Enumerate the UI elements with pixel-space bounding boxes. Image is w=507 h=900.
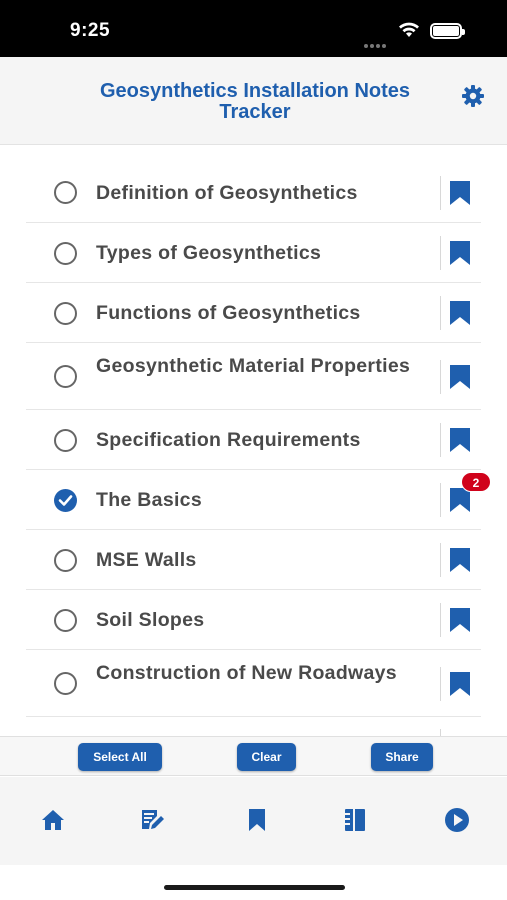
- radio-unchecked-icon[interactable]: [54, 365, 77, 388]
- topic-label: The Basics: [96, 489, 202, 511]
- radio-unchecked-icon[interactable]: [54, 672, 77, 695]
- radio-unchecked-icon[interactable]: [54, 608, 77, 632]
- radio-unchecked-icon[interactable]: [54, 548, 77, 572]
- topic-row[interactable]: Construction of New Roadways: [26, 650, 481, 717]
- battery-icon: [430, 23, 465, 39]
- topic-row[interactable]: Functions of Geosynthetics: [26, 283, 481, 343]
- row-divider: [440, 296, 441, 330]
- radio-unchecked-icon[interactable]: [54, 428, 77, 452]
- checklist-icon[interactable]: [342, 807, 368, 833]
- bookmark-icon[interactable]: [450, 180, 470, 205]
- topic-label: Definition of Geosynthetics: [96, 181, 358, 204]
- topic-label: Specification Requirements: [96, 429, 361, 451]
- bookmark-icon[interactable]: [244, 807, 270, 833]
- bookmark-icon[interactable]: [450, 608, 470, 632]
- bookmark-icon[interactable]: [450, 428, 470, 452]
- action-bar: Select All Clear Share: [0, 736, 507, 776]
- row-divider: [440, 543, 441, 577]
- home-indicator: [164, 885, 345, 890]
- notes-edit-icon[interactable]: [140, 807, 166, 833]
- select-all-button[interactable]: Select All: [78, 743, 162, 771]
- radio-unchecked-icon[interactable]: [54, 301, 77, 325]
- status-bar: 9:25: [0, 0, 507, 57]
- bookmark-icon[interactable]: [450, 301, 470, 325]
- bookmark-icon[interactable]: [450, 548, 470, 572]
- topic-label: Geosynthetic Material Properties: [96, 354, 411, 377]
- app-header: Geosynthetics Installation Notes Tracker: [0, 57, 507, 145]
- row-divider: [440, 236, 441, 270]
- topic-row[interactable]: Geosynthetic Material Properties: [26, 343, 481, 410]
- clear-button[interactable]: Clear: [237, 743, 296, 771]
- row-divider: [440, 483, 441, 517]
- topic-list: Definition of Geosynthetics Types of Geos…: [26, 162, 491, 737]
- bookmark-count-badge: 2: [461, 472, 491, 492]
- bookmark-icon[interactable]: [450, 488, 470, 512]
- settings-gear-icon[interactable]: [461, 84, 485, 108]
- topic-row[interactable]: Definition of Geosynthetics: [26, 162, 481, 223]
- radio-checked-icon[interactable]: [54, 488, 77, 512]
- bookmark-icon[interactable]: [450, 671, 470, 696]
- row-divider: [440, 666, 441, 701]
- wifi-icon: [399, 22, 419, 37]
- topic-row[interactable]: Specification Requirements: [26, 410, 481, 470]
- row-divider: [440, 359, 441, 394]
- tab-bar: [0, 777, 507, 865]
- row-divider: [440, 423, 441, 457]
- topic-row[interactable]: Types of Geosynthetics: [26, 223, 481, 283]
- radio-unchecked-icon[interactable]: [54, 241, 77, 265]
- topic-row[interactable]: MSE Walls: [26, 530, 481, 590]
- share-button[interactable]: Share: [371, 743, 433, 771]
- cellular-signal-icon: [364, 35, 388, 53]
- topic-row[interactable]: The Basics 2: [26, 470, 491, 530]
- row-divider: [440, 175, 441, 210]
- topic-row[interactable]: Soil Slopes: [26, 590, 481, 650]
- bookmark-icon[interactable]: [450, 241, 470, 265]
- bookmark-icon[interactable]: [450, 364, 470, 389]
- row-divider: [440, 603, 441, 637]
- page-title: Geosynthetics Installation Notes Tracker: [99, 80, 411, 123]
- topic-label: Soil Slopes: [96, 609, 205, 631]
- status-time: 9:25: [70, 20, 111, 41]
- topic-label: Construction of New Roadways: [96, 661, 397, 684]
- topic-row-partial: [26, 717, 481, 737]
- topic-label: MSE Walls: [96, 549, 197, 571]
- topic-label: Functions of Geosynthetics: [96, 302, 361, 324]
- topic-label: Types of Geosynthetics: [96, 242, 322, 264]
- home-icon[interactable]: [40, 807, 66, 833]
- radio-unchecked-icon[interactable]: [54, 181, 77, 204]
- play-icon[interactable]: [444, 807, 470, 833]
